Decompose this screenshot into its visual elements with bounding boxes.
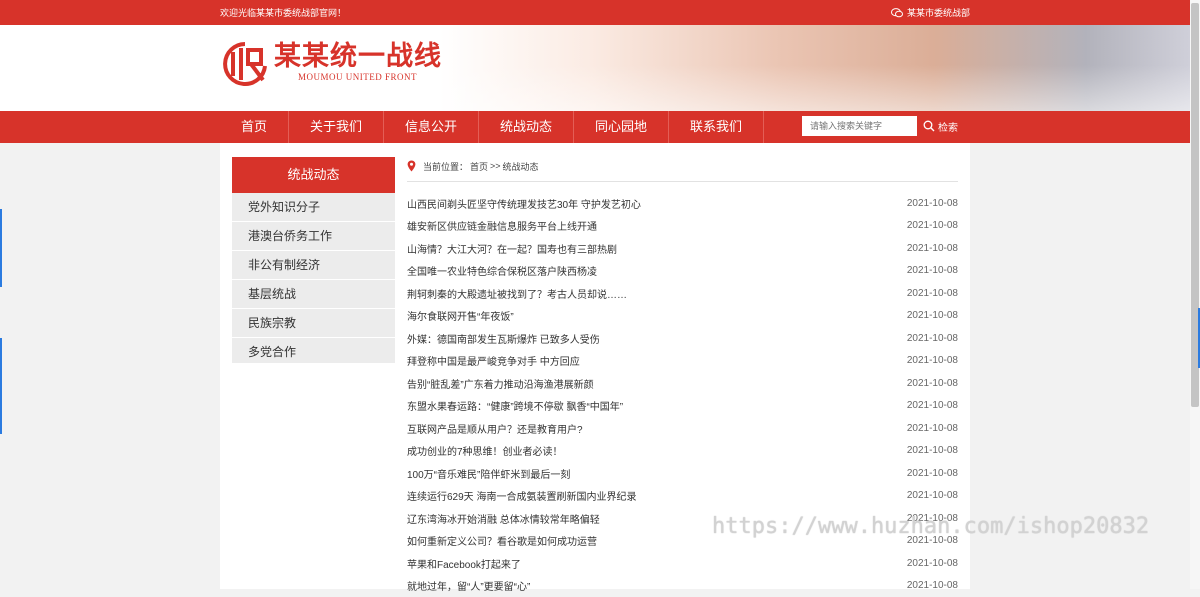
sidebar-item-multiparty[interactable]: 多党合作 xyxy=(232,338,395,367)
search-icon xyxy=(923,120,935,132)
top-bar: 欢迎光临某某市委统战部官网！ 某某市委统战部 xyxy=(0,0,1200,25)
article-date: 2021-10-08 xyxy=(907,468,958,479)
article-title[interactable]: 山西民间剃头匠坚守传统理发技艺30年 守护发艺初心 xyxy=(407,196,641,211)
article-title[interactable]: 海尔食联网开售“年夜饭” xyxy=(407,308,514,323)
sidebar-item-ethnic-religion[interactable]: 民族宗教 xyxy=(232,309,395,338)
nav-item-news[interactable]: 统战动态 xyxy=(479,111,574,143)
nav-item-contact[interactable]: 联系我们 xyxy=(669,111,764,143)
article-title[interactable]: 就地过年，留“人”更要留“心” xyxy=(407,578,530,593)
breadcrumb: 当前位置： 首页 >> 统战动态 xyxy=(407,155,958,182)
breadcrumb-separator: >> xyxy=(490,161,501,171)
search-input[interactable] xyxy=(802,116,917,136)
list-item[interactable]: 山海情？大江大河？在一起？国寿也有三部热剧 2021-10-08 xyxy=(407,237,958,260)
sidebar-item-hk-macau-taiwan[interactable]: 港澳台侨务工作 xyxy=(232,222,395,251)
article-date: 2021-10-08 xyxy=(907,400,958,411)
list-item[interactable]: 告别“脏乱差”广东着力推动沿海渔港展新颜 2021-10-08 xyxy=(407,372,958,395)
breadcrumb-label: 当前位置： xyxy=(423,160,468,173)
list-item[interactable]: 苹果和Facebook打起来了 2021-10-08 xyxy=(407,552,958,575)
search-button[interactable]: 检索 xyxy=(923,116,958,136)
nav-item-info[interactable]: 信息公开 xyxy=(384,111,479,143)
article-date: 2021-10-08 xyxy=(907,490,958,501)
sidebar-item-grassroots[interactable]: 基层统战 xyxy=(232,280,395,309)
list-item[interactable]: 就地过年，留“人”更要留“心” 2021-10-08 xyxy=(407,575,958,597)
nav-item-about[interactable]: 关于我们 xyxy=(289,111,384,143)
article-title[interactable]: 苹果和Facebook打起来了 xyxy=(407,556,521,571)
article-date: 2021-10-08 xyxy=(907,445,958,456)
article-date: 2021-10-08 xyxy=(907,198,958,209)
site-name-text: 某某市委统战部 xyxy=(907,6,970,19)
list-item[interactable]: 拜登称中国是最严峻竞争对手 中方回应 2021-10-08 xyxy=(407,350,958,373)
article-title[interactable]: 全国唯一农业特色综合保税区落户陕西杨凌 xyxy=(407,263,597,278)
banner-haze xyxy=(440,65,1200,111)
article-date: 2021-10-08 xyxy=(907,265,958,276)
article-title[interactable]: 拜登称中国是最严峻竞争对手 中方回应 xyxy=(407,353,580,368)
site-link[interactable]: 某某市委统战部 xyxy=(891,6,970,19)
sidebar: 统战动态 党外知识分子 港澳台侨务工作 非公有制经济 基层统战 民族宗教 多党合… xyxy=(232,157,395,363)
list-item[interactable]: 雄安新区供应链金融信息服务平台上线开通 2021-10-08 xyxy=(407,215,958,238)
list-item[interactable]: 外媒：德国南部发生瓦斯爆炸 已致多人受伤 2021-10-08 xyxy=(407,327,958,350)
list-item[interactable]: 连续运行629天 海南一合成氨装置刷新国内业界纪录 2021-10-08 xyxy=(407,485,958,508)
article-title[interactable]: 山海情？大江大河？在一起？国寿也有三部热剧 xyxy=(407,241,617,256)
list-item[interactable]: 荆轲刺秦的大殿遗址被找到了？考古人员却说…… 2021-10-08 xyxy=(407,282,958,305)
article-title[interactable]: 互联网产品是顺从用户？还是教育用户? xyxy=(407,421,583,436)
left-float-tab-2[interactable] xyxy=(0,338,2,434)
article-title[interactable]: 100万“音乐难民”陪伴虾米到最后一刻 xyxy=(407,466,570,481)
watermark-text: https://www.huzhan.com/ishop20832 xyxy=(712,514,1149,539)
article-title[interactable]: 如何重新定义公司？看谷歌是如何成功运营 xyxy=(407,533,597,548)
sidebar-item-non-public-economy[interactable]: 非公有制经济 xyxy=(232,251,395,280)
article-date: 2021-10-08 xyxy=(907,355,958,366)
list-item[interactable]: 互联网产品是顺从用户？还是教育用户? 2021-10-08 xyxy=(407,417,958,440)
list-item[interactable]: 山西民间剃头匠坚守传统理发技艺30年 守护发艺初心 2021-10-08 xyxy=(407,192,958,215)
list-item[interactable]: 全国唯一农业特色综合保税区落户陕西杨凌 2021-10-08 xyxy=(407,260,958,283)
article-title[interactable]: 辽东湾海冰开始消融 总体冰情较常年略偏轻 xyxy=(407,511,600,526)
logo-title: 某某统一战线 xyxy=(274,43,442,71)
location-pin-icon xyxy=(407,160,416,172)
sidebar-item-intellectuals[interactable]: 党外知识分子 xyxy=(232,193,395,222)
nav-item-home[interactable]: 首页 xyxy=(220,111,289,143)
article-date: 2021-10-08 xyxy=(907,288,958,299)
logo-subtitle: MOUMOU UNITED FRONT xyxy=(298,71,442,83)
article-title[interactable]: 外媒：德国南部发生瓦斯爆炸 已致多人受伤 xyxy=(407,331,600,346)
list-item[interactable]: 成功创业的7种思维！创业者必读！ 2021-10-08 xyxy=(407,440,958,463)
article-title[interactable]: 连续运行629天 海南一合成氨装置刷新国内业界纪录 xyxy=(407,488,636,503)
article-date: 2021-10-08 xyxy=(907,243,958,254)
left-float-tab-1[interactable] xyxy=(0,209,2,287)
header-banner: 某某统一战线 MOUMOU UNITED FRONT xyxy=(0,25,1200,111)
breadcrumb-current[interactable]: 统战动态 xyxy=(503,160,539,173)
main-nav: 首页 关于我们 信息公开 统战动态 同心园地 联系我们 检索 xyxy=(0,111,1200,143)
page-scrollbar[interactable] xyxy=(1190,0,1200,589)
article-date: 2021-10-08 xyxy=(907,310,958,321)
nav-item-garden[interactable]: 同心园地 xyxy=(574,111,669,143)
site-logo[interactable]: 某某统一战线 MOUMOU UNITED FRONT xyxy=(221,40,442,86)
article-title[interactable]: 荆轲刺秦的大殿遗址被找到了？考古人员却说…… xyxy=(407,286,627,301)
article-date: 2021-10-08 xyxy=(907,220,958,231)
search-button-label: 检索 xyxy=(938,119,958,134)
article-title[interactable]: 雄安新区供应链金融信息服务平台上线开通 xyxy=(407,218,597,233)
sidebar-title: 统战动态 xyxy=(232,157,395,193)
chat-icon xyxy=(891,8,903,18)
article-title[interactable]: 东盟水果春运路：“健康”跨境不停歇 飘香“中国年” xyxy=(407,398,623,413)
breadcrumb-home[interactable]: 首页 xyxy=(470,160,488,173)
list-item[interactable]: 东盟水果春运路：“健康”跨境不停歇 飘香“中国年” 2021-10-08 xyxy=(407,395,958,418)
article-date: 2021-10-08 xyxy=(907,378,958,389)
list-item[interactable]: 100万“音乐难民”陪伴虾米到最后一刻 2021-10-08 xyxy=(407,462,958,485)
article-date: 2021-10-08 xyxy=(907,580,958,591)
article-title[interactable]: 告别“脏乱差”广东着力推动沿海渔港展新颜 xyxy=(407,376,594,391)
article-date: 2021-10-08 xyxy=(907,333,958,344)
article-title[interactable]: 成功创业的7种思维！创业者必读！ xyxy=(407,443,563,458)
welcome-text: 欢迎光临某某市委统战部官网！ xyxy=(220,6,346,19)
logo-emblem-icon xyxy=(221,40,271,86)
article-date: 2021-10-08 xyxy=(907,558,958,569)
list-item[interactable]: 海尔食联网开售“年夜饭” 2021-10-08 xyxy=(407,305,958,328)
article-date: 2021-10-08 xyxy=(907,423,958,434)
